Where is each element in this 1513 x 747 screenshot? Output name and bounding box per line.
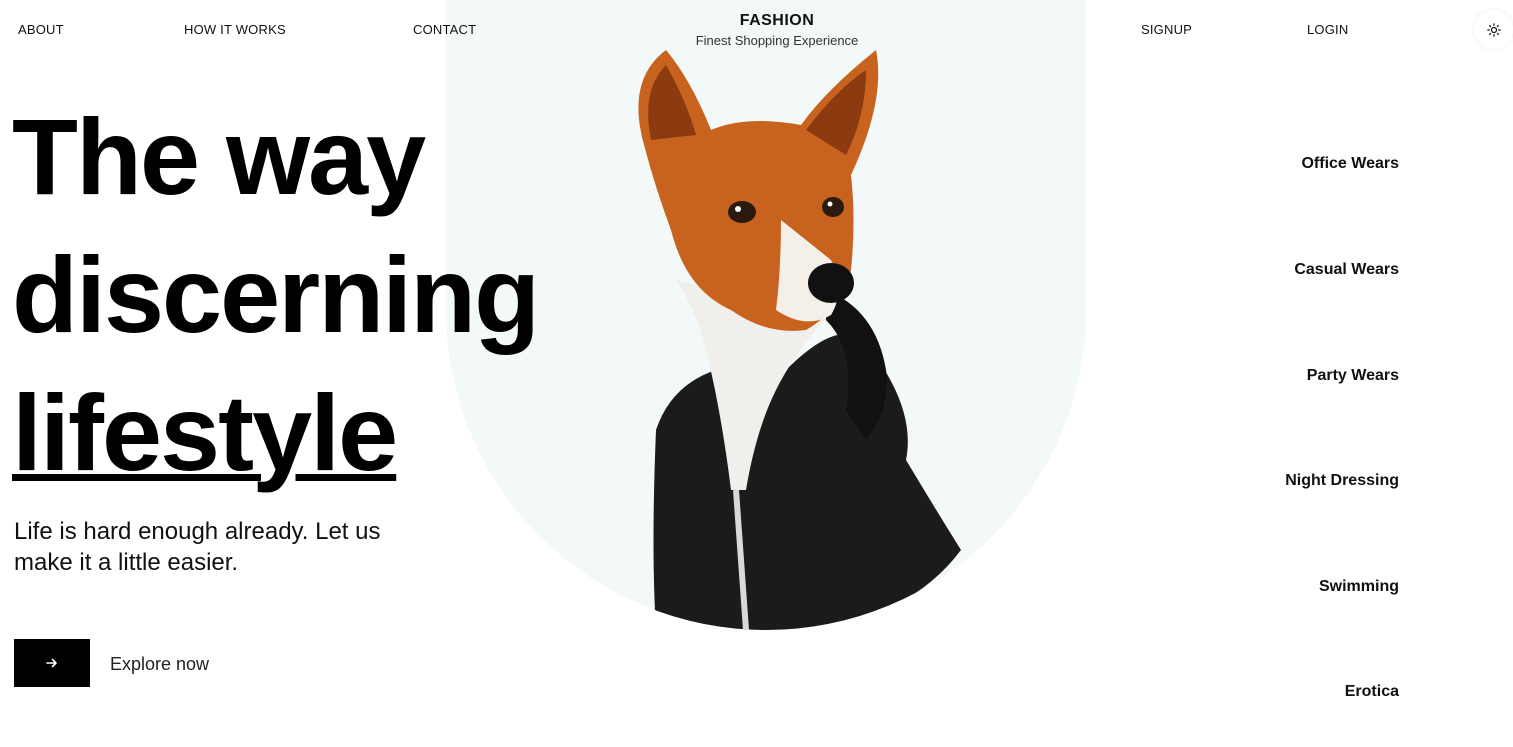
hero-tagline: Life is hard enough already. Let us make… bbox=[14, 518, 381, 576]
arrow-right-icon bbox=[46, 658, 57, 668]
explore-now-link[interactable]: Explore now bbox=[110, 654, 209, 675]
nav-about-link[interactable]: ABOUT bbox=[18, 22, 64, 37]
nav-how-it-works-link[interactable]: HOW IT WORKS bbox=[184, 22, 286, 37]
nav-login-link[interactable]: LOGIN bbox=[1307, 22, 1348, 37]
brand-subtitle: Finest Shopping Experience bbox=[695, 33, 859, 48]
dog-hoodie-photo bbox=[638, 50, 961, 630]
headline-line-1: The way bbox=[12, 96, 426, 217]
category-night-dressing[interactable]: Night Dressing bbox=[1285, 472, 1399, 490]
category-swimming[interactable]: Swimming bbox=[1319, 578, 1399, 596]
brand-title: FASHION bbox=[739, 12, 815, 29]
explore-arrow-button[interactable] bbox=[14, 639, 90, 687]
theme-toggle-button[interactable] bbox=[1474, 10, 1513, 49]
nav-contact-link[interactable]: CONTACT bbox=[413, 22, 476, 37]
headline-line-3: lifestyle bbox=[12, 372, 398, 493]
category-casual-wears[interactable]: Casual Wears bbox=[1294, 261, 1399, 279]
nav-signup-link[interactable]: SIGNUP bbox=[1141, 22, 1192, 37]
headline-line-2: discerning bbox=[12, 234, 540, 355]
category-erotica[interactable]: Erotica bbox=[1345, 683, 1399, 701]
category-office-wears[interactable]: Office Wears bbox=[1301, 155, 1399, 173]
brand-logo[interactable]: FASHION Finest Shopping Experience bbox=[677, 12, 877, 48]
hero-headline: The way discerning lifestyle bbox=[12, 88, 540, 502]
category-party-wears[interactable]: Party Wears bbox=[1307, 367, 1399, 385]
sun-icon bbox=[1486, 22, 1501, 37]
hero-image-container bbox=[446, 0, 1086, 630]
